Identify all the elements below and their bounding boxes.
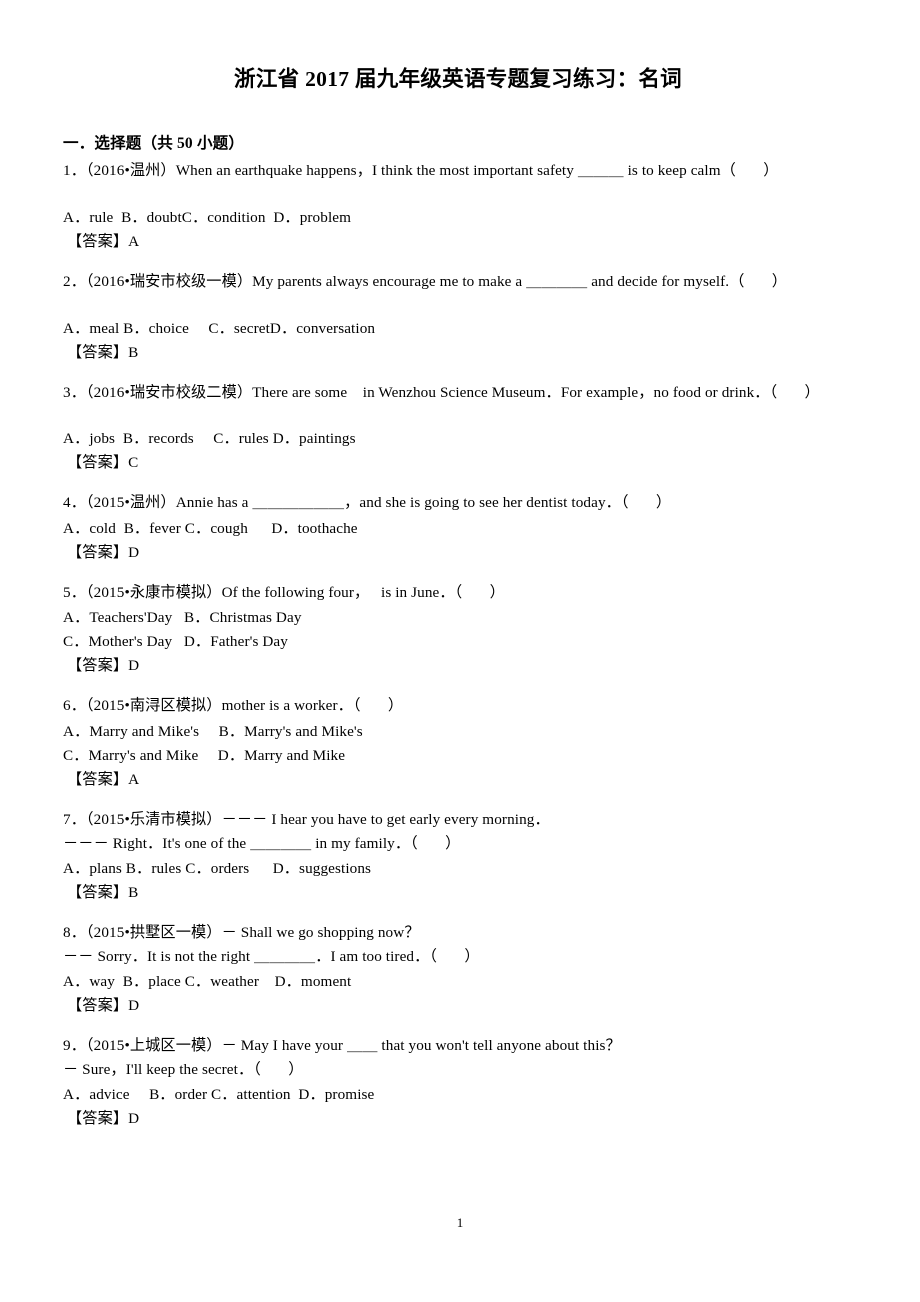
- question-stem: 4．（2015•温州）Annie has a ＿＿＿＿＿＿，and she is…: [63, 494, 672, 512]
- option-line[interactable]: A．rule B．doubtC．condition D．problem: [63, 206, 853, 230]
- question-options: A．meal B．choice C．secretD．conversation: [63, 317, 853, 341]
- option-line[interactable]: A．cold B．fever C．cough D．toothache: [63, 517, 853, 541]
- question-item: 2．（2016•瑞安市校级一模）My parents always encour…: [63, 270, 853, 365]
- question-options: A．Teachers'Day B．Christmas Day C．Mother's…: [63, 606, 853, 654]
- question-answer: 【答案】D: [67, 1110, 140, 1128]
- option-line[interactable]: A．way B．place C．weather D．moment: [63, 970, 853, 994]
- question-options: A．Marry and Mike's B．Marry's and Mike's C…: [63, 720, 853, 768]
- option-line[interactable]: A．meal B．choice C．secretD．conversation: [63, 317, 853, 341]
- question-stem: 6．（2015•南浔区模拟）mother is a worker．（ ）: [63, 697, 404, 715]
- option-line[interactable]: A．plans B．rules C．orders D．suggestions: [63, 857, 853, 881]
- question-answer: 【答案】D: [67, 657, 140, 675]
- question-options: A．jobs B．records C．rules D．paintings: [63, 427, 853, 451]
- question-item: 4．（2015•温州）Annie has a ＿＿＿＿＿＿，and she is…: [63, 491, 853, 565]
- question-stem-line2: －－ Sorry．It is not the right ＿＿＿＿．I am t…: [63, 947, 480, 965]
- question-stem: 8．（2015•拱墅区一模）－ Shall we go shopping now…: [63, 924, 420, 942]
- question-list: 1．（2016•温州）When an earthquake happens，I …: [63, 159, 853, 1131]
- question-stem-line2: －－－ Right．It's one of the ＿＿＿＿ in my fam…: [63, 834, 461, 852]
- option-line[interactable]: C．Marry's and Mike D．Marry and Mike: [63, 744, 853, 768]
- question-options: A．way B．place C．weather D．moment: [63, 970, 853, 994]
- question-answer: 【答案】B: [67, 343, 139, 361]
- question-answer: 【答案】B: [67, 884, 139, 902]
- page-title: 浙江省 2017 届九年级英语专题复习练习：名词: [234, 67, 682, 91]
- question-stem: 3．（2016•瑞安市校级二模）There are some in Wenzho…: [63, 383, 820, 401]
- question-item: 5．（2015•永康市模拟）Of the following four， is …: [63, 581, 853, 679]
- question-answer: 【答案】A: [67, 770, 140, 788]
- question-item: 6．（2015•南浔区模拟）mother is a worker．（ ） A．Ma…: [63, 694, 853, 792]
- option-line[interactable]: C．Mother's Day D．Father's Day: [63, 630, 853, 654]
- page-number: 1: [456, 1215, 464, 1230]
- question-answer: 【答案】D: [67, 997, 140, 1015]
- question-options: A．advice B．order C．attention D．promise: [63, 1083, 853, 1107]
- question-answer: 【答案】C: [67, 454, 139, 472]
- question-stem: 5．（2015•永康市模拟）Of the following four， is …: [63, 583, 505, 601]
- option-line[interactable]: A．advice B．order C．attention D．promise: [63, 1083, 853, 1107]
- question-stem: 2．（2016•瑞安市校级一模）My parents always encour…: [63, 273, 788, 290]
- question-stem-line2: － Sure，I'll keep the secret．（ ）: [63, 1060, 304, 1078]
- option-line[interactable]: A．jobs B．records C．rules D．paintings: [63, 427, 853, 451]
- question-stem: 7．（2015•乐清市模拟）－－－ I hear you have to get…: [63, 811, 550, 828]
- question-item: 7．（2015•乐清市模拟）－－－ I hear you have to get…: [63, 808, 853, 905]
- question-stem: 1．（2016•温州）When an earthquake happens，I …: [63, 162, 779, 180]
- page-content: 浙江省 2017 届九年级英语专题复习练习：名词 一．选择题（共 50 小题） …: [63, 0, 853, 1131]
- question-item: 1．（2016•温州）When an earthquake happens，I …: [63, 159, 853, 254]
- question-answer: 【答案】A: [67, 232, 140, 250]
- document-page: 浙江省 2017 届九年级英语专题复习练习：名词 一．选择题（共 50 小题） …: [0, 0, 920, 1302]
- question-options: A．rule B．doubtC．condition D．problem: [63, 206, 853, 230]
- question-stem: 9．（2015•上城区一模）－ May I have your ＿＿ that …: [63, 1037, 621, 1055]
- question-item: 9．（2015•上城区一模）－ May I have your ＿＿ that …: [63, 1034, 853, 1131]
- option-line[interactable]: A．Marry and Mike's B．Marry's and Mike's: [63, 720, 853, 744]
- section-heading: 一．选择题（共 50 小题）: [63, 134, 245, 152]
- question-item: 3．（2016•瑞安市校级二模）There are some in Wenzho…: [63, 381, 853, 476]
- question-options: A．plans B．rules C．orders D．suggestions: [63, 857, 853, 881]
- option-line[interactable]: A．Teachers'Day B．Christmas Day: [63, 606, 853, 630]
- question-options: A．cold B．fever C．cough D．toothache: [63, 517, 853, 541]
- question-answer: 【答案】D: [67, 543, 140, 561]
- question-item: 8．（2015•拱墅区一模）－ Shall we go shopping now…: [63, 921, 853, 1018]
